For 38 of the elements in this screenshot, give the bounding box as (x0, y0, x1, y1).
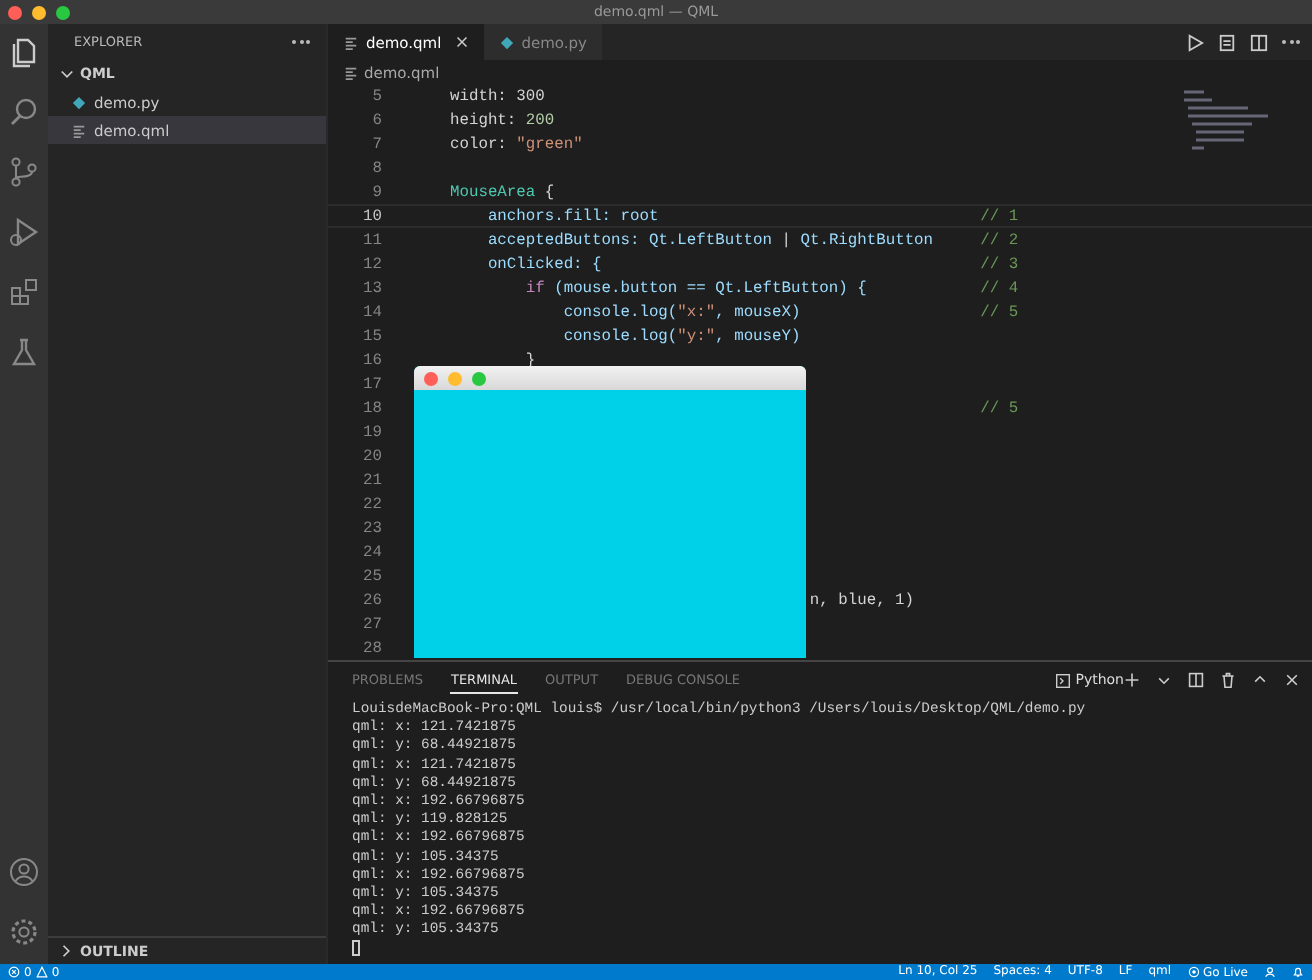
account-icon[interactable] (8, 856, 40, 888)
chevron-up-icon[interactable] (1252, 672, 1268, 688)
terminal-icon (1055, 673, 1070, 687)
close-light-icon[interactable] (8, 5, 22, 19)
bell-icon[interactable] (1292, 966, 1304, 978)
python-file-icon (72, 95, 86, 109)
flask-icon[interactable] (8, 336, 40, 368)
more-actions-icon[interactable] (292, 36, 310, 48)
warning-icon (35, 966, 48, 978)
minimize-light-icon[interactable] (32, 5, 46, 19)
close-icon[interactable] (1284, 672, 1300, 688)
split-terminal-icon[interactable] (1188, 672, 1204, 688)
close-icon[interactable] (455, 36, 468, 48)
plus-icon[interactable] (1124, 672, 1140, 688)
chevron-icon[interactable] (60, 944, 74, 958)
files-icon[interactable] (8, 36, 40, 68)
search-icon[interactable] (8, 96, 40, 128)
trash-icon[interactable] (1220, 672, 1236, 688)
chevron-icon[interactable] (60, 67, 74, 81)
broadcast-icon (1187, 966, 1200, 978)
text-file-icon (344, 35, 358, 49)
error-icon (8, 966, 20, 978)
branch-icon[interactable] (8, 156, 40, 188)
text-file-icon (72, 123, 86, 137)
zoom-light-icon[interactable] (56, 5, 70, 19)
play-icon[interactable] (1186, 33, 1204, 51)
close-light-icon[interactable] (424, 371, 438, 385)
python-file-icon (499, 35, 514, 49)
person-icon[interactable] (1264, 966, 1276, 978)
chevron-down-icon[interactable] (1156, 672, 1172, 688)
text-file-icon (344, 65, 358, 79)
more-actions-icon[interactable] (1282, 36, 1300, 48)
settings-icon[interactable] (8, 916, 40, 948)
terminal-cursor (352, 940, 360, 957)
preview-icon[interactable] (1218, 33, 1236, 51)
extensions-icon[interactable] (8, 276, 40, 308)
run-debug-icon[interactable] (8, 216, 40, 248)
split-editor-icon[interactable] (1250, 33, 1268, 51)
